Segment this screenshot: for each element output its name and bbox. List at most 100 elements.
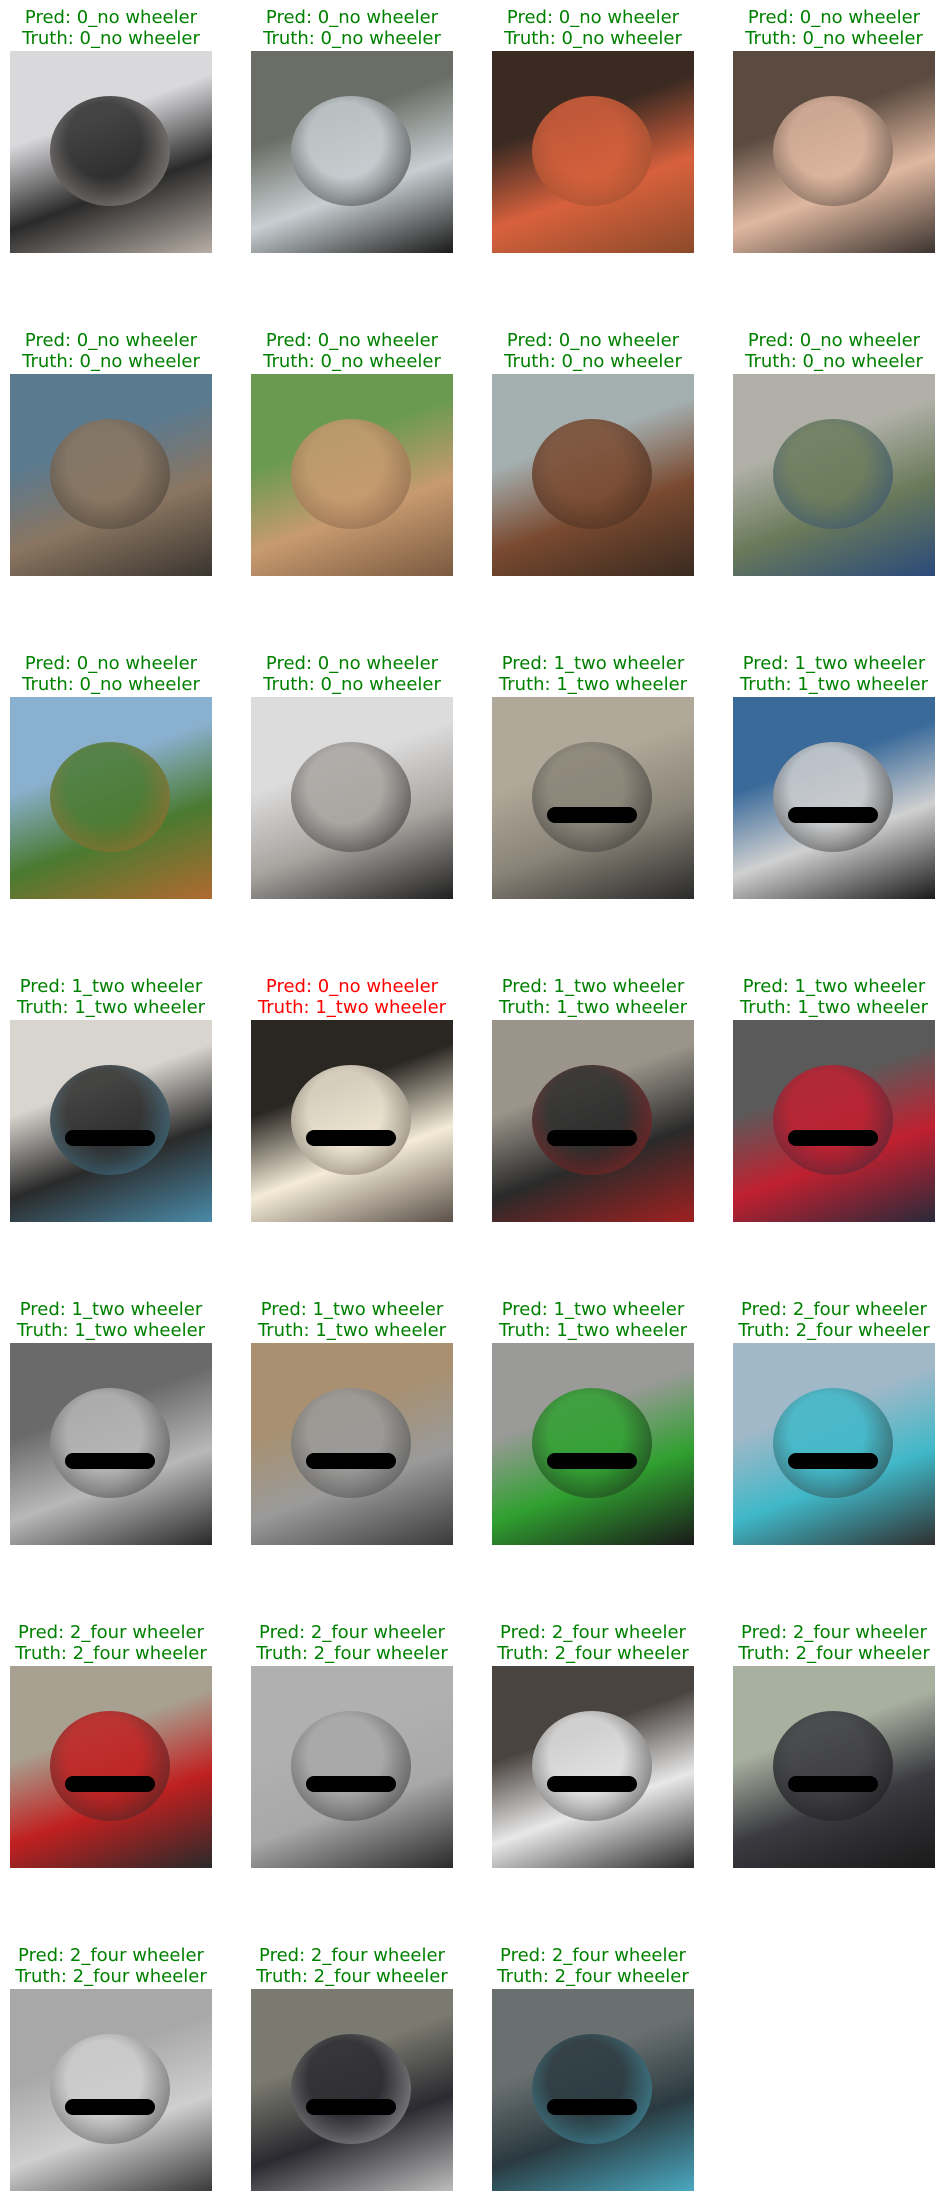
image-subject	[532, 1388, 652, 1498]
prediction-cell: Pred: 2_four wheeler Truth: 2_four wheele…	[10, 1945, 212, 2191]
image-subject	[773, 96, 893, 206]
image-subject	[291, 1711, 411, 1821]
motorcycle-front-image	[733, 697, 935, 899]
prediction-caption: Pred: 1_two wheeler Truth: 1_two wheeler	[713, 653, 950, 695]
image-subject	[773, 742, 893, 852]
image-subject	[50, 419, 170, 529]
prediction-caption: Pred: 0_no wheeler Truth: 0_no wheeler	[231, 330, 473, 372]
image-subject	[291, 2034, 411, 2144]
monkey-thinking-image	[10, 374, 212, 576]
truth-label: Truth: 2_four wheeler	[15, 1966, 207, 1987]
truth-label: Truth: 1_two wheeler	[498, 674, 688, 695]
scooter-headlight-image	[251, 1020, 453, 1222]
plate-redaction	[547, 1776, 637, 1792]
image-subject	[532, 1065, 652, 1175]
image-subject	[773, 419, 893, 529]
image-subject	[291, 419, 411, 529]
baby-with-party-hat-image	[733, 51, 935, 253]
plate-redaction	[306, 2099, 396, 2115]
prediction-caption: Pred: 0_no wheeler Truth: 0_no wheeler	[231, 7, 473, 49]
truth-label: Truth: 1_two wheeler	[16, 1320, 206, 1341]
plate-redaction	[547, 807, 637, 823]
prediction-cell: Pred: 2_four wheeler Truth: 2_four wheele…	[492, 1945, 694, 2191]
prediction-cell: Pred: 2_four wheeler Truth: 2_four wheele…	[733, 1622, 935, 1868]
truth-label: Truth: 2_four wheeler	[738, 1643, 930, 1664]
plate-redaction	[65, 2099, 155, 2115]
image-subject	[532, 2034, 652, 2144]
plate-redaction	[65, 1776, 155, 1792]
truth-label: Truth: 0_no wheeler	[22, 351, 200, 372]
pred-label: Pred: 2_four wheeler	[500, 1622, 686, 1643]
truth-label: Truth: 0_no wheeler	[263, 28, 441, 49]
prediction-cell: Pred: 0_no wheeler Truth: 0_no wheeler	[492, 330, 694, 576]
image-subject	[532, 96, 652, 206]
image-subject	[532, 1711, 652, 1821]
image-subject	[50, 2034, 170, 2144]
pred-label: Pred: 2_four wheeler	[259, 1622, 445, 1643]
truth-label: Truth: 0_no wheeler	[745, 28, 923, 49]
prediction-cell: Pred: 2_four wheeler Truth: 2_four wheele…	[733, 1299, 935, 1545]
prediction-caption: Pred: 2_four wheeler Truth: 2_four wheele…	[472, 1945, 714, 1987]
white-suv-image	[492, 1666, 694, 1868]
prediction-caption: Pred: 0_no wheeler Truth: 0_no wheeler	[0, 653, 232, 695]
truth-label: Truth: 2_four wheeler	[256, 1643, 448, 1664]
red-scooter-people-image	[733, 1020, 935, 1222]
truth-label: Truth: 0_no wheeler	[745, 351, 923, 372]
prediction-cell: Pred: 0_no wheeler Truth: 0_no wheeler	[10, 7, 212, 253]
prediction-cell: Pred: 2_four wheeler Truth: 2_four wheele…	[251, 1945, 453, 2191]
prediction-caption: Pred: 0_no wheeler Truth: 0_no wheeler	[0, 330, 232, 372]
truth-label: Truth: 1_two wheeler	[498, 1320, 688, 1341]
image-subject	[291, 1065, 411, 1175]
truth-label: Truth: 1_two wheeler	[257, 997, 447, 1018]
blue-van-image	[733, 1343, 935, 1545]
pred-label: Pred: 1_two wheeler	[501, 1299, 685, 1320]
prediction-cell: Pred: 2_four wheeler Truth: 2_four wheele…	[492, 1622, 694, 1868]
hamster-face-image	[251, 697, 453, 899]
black-compact-suv-image	[251, 1989, 453, 2191]
pred-label: Pred: 0_no wheeler	[506, 7, 680, 28]
pred-label: Pred: 2_four wheeler	[500, 1945, 686, 1966]
prediction-caption: Pred: 0_no wheeler Truth: 0_no wheeler	[0, 7, 232, 49]
prediction-cell: Pred: 1_two wheeler Truth: 1_two wheeler	[733, 653, 935, 899]
prediction-caption: Pred: 2_four wheeler Truth: 2_four wheele…	[231, 1622, 473, 1664]
prediction-cell: Pred: 0_no wheeler Truth: 0_no wheeler	[733, 7, 935, 253]
prediction-caption: Pred: 1_two wheeler Truth: 1_two wheeler	[472, 653, 714, 695]
cartoon-monkey-image	[251, 374, 453, 576]
motorcycle-closeup-image	[492, 1020, 694, 1222]
prediction-caption: Pred: 2_four wheeler Truth: 2_four wheele…	[713, 1299, 950, 1341]
red-suv-image	[10, 1666, 212, 1868]
pred-label: Pred: 1_two wheeler	[19, 976, 203, 997]
pred-label: Pred: 2_four wheeler	[741, 1622, 927, 1643]
image-subject	[773, 1711, 893, 1821]
prediction-caption: Pred: 1_two wheeler Truth: 1_two wheeler	[231, 1299, 473, 1341]
image-subject	[50, 1388, 170, 1498]
pred-label: Pred: 0_no wheeler	[265, 7, 439, 28]
pred-label: Pred: 0_no wheeler	[747, 330, 921, 351]
prediction-cell: Pred: 0_no wheeler Truth: 0_no wheeler	[10, 653, 212, 899]
plate-redaction	[547, 2099, 637, 2115]
pred-label: Pred: 1_two wheeler	[260, 1299, 444, 1320]
prediction-caption: Pred: 1_two wheeler Truth: 1_two wheeler	[472, 976, 714, 1018]
truth-label: Truth: 2_four wheeler	[256, 1966, 448, 1987]
motorcycle-on-road-image	[492, 697, 694, 899]
prediction-cell: Pred: 0_no wheeler Truth: 0_no wheeler	[251, 330, 453, 576]
orange-armchair-image	[492, 51, 694, 253]
pred-label: Pred: 2_four wheeler	[18, 1622, 204, 1643]
prediction-caption: Pred: 0_no wheeler Truth: 0_no wheeler	[713, 330, 950, 372]
silver-scooter-image	[251, 1343, 453, 1545]
plate-redaction	[788, 1130, 878, 1146]
image-subject	[50, 1711, 170, 1821]
pred-label: Pred: 0_no wheeler	[747, 7, 921, 28]
caveman-figure-image	[492, 374, 694, 576]
plate-redaction	[65, 1130, 155, 1146]
truth-label: Truth: 2_four wheeler	[497, 1966, 689, 1987]
prediction-caption: Pred: 0_no wheeler Truth: 0_no wheeler	[472, 330, 714, 372]
image-subject	[773, 1388, 893, 1498]
image-subject	[773, 1065, 893, 1175]
image-subject	[532, 419, 652, 529]
prediction-caption: Pred: 1_two wheeler Truth: 1_two wheeler	[0, 1299, 232, 1341]
cow-in-field-image	[10, 697, 212, 899]
prediction-cell: Pred: 0_no wheeler Truth: 0_no wheeler	[492, 7, 694, 253]
prediction-cell: Pred: 2_four wheeler Truth: 2_four wheele…	[251, 1622, 453, 1868]
dark-grey-hatchback-image	[733, 1666, 935, 1868]
